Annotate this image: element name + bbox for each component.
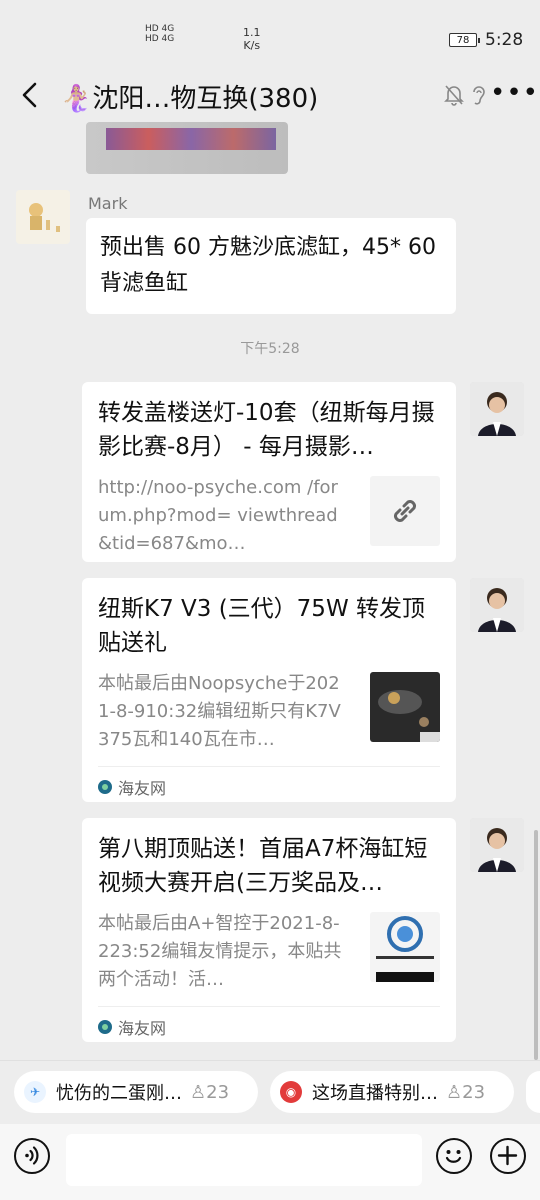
card-thumbnail xyxy=(370,672,440,742)
chat-title: 🧜🏼‍♀沈阳…物互换(380) xyxy=(60,84,319,114)
back-button[interactable] xyxy=(16,80,46,110)
plus-icon xyxy=(497,1145,518,1166)
source-name: 海友网 xyxy=(118,1019,167,1038)
chevron-left-icon xyxy=(22,82,37,108)
avatar[interactable] xyxy=(470,382,524,436)
card-description: 本帖最后由A+智控于2021-8-223:52编辑友情提示，本贴共两个活动！活… xyxy=(98,913,342,990)
voice-button[interactable] xyxy=(14,1138,50,1174)
card-url: http://noo-psyche.com /forum.php?mod= vi… xyxy=(98,477,338,554)
pinned-item[interactable]: ◉ 这场直播特别… ♙23 xyxy=(270,1071,514,1113)
card-title: 第八期顶贴送！首届A7杯海缸短视频大赛开启(三万奖品及… xyxy=(98,836,428,896)
link-card[interactable]: 转发盖楼送灯-10套（纽斯每月摄影比赛-8月） - 每月摄影… http://n… xyxy=(82,382,456,562)
article-card[interactable]: 纽斯K7 V3 (三代）75W 转发顶贴送礼 本帖最后由Noopsyche于20… xyxy=(82,578,456,802)
status-bar: HD 4G HD 4G 1.1 K/s 78 5:28 xyxy=(0,0,540,70)
text-message[interactable]: 预出售 60 方魅沙底滤缸，45* 60 背滤鱼缸 xyxy=(86,218,456,314)
avatar[interactable] xyxy=(470,578,524,632)
pinned-label: 这场直播特别… xyxy=(312,1083,438,1104)
ear-icon xyxy=(470,84,488,106)
speed-unit: K/s xyxy=(243,39,261,52)
battery-icon: 78 xyxy=(449,33,480,47)
card-source: 海友网 xyxy=(98,766,440,799)
sender-name: Mark xyxy=(88,194,128,213)
scrollbar[interactable] xyxy=(534,830,538,1060)
card-title: 纽斯K7 V3 (三代）75W 转发顶贴送礼 xyxy=(98,596,425,656)
pinned-item[interactable]: ✈ 忧伤的二蛋刚… ♙23 xyxy=(14,1071,258,1113)
pinned-label: 忧伤的二蛋刚… xyxy=(56,1083,182,1104)
image-message-partial[interactable] xyxy=(86,122,288,174)
viewer-count: ♙23 xyxy=(190,1081,230,1103)
viewer-count: ♙23 xyxy=(446,1081,486,1103)
article-card[interactable]: 第八期顶贴送！首届A7杯海缸短视频大赛开启(三万奖品及… 本帖最后由A+智控于2… xyxy=(82,818,456,1042)
bird-icon: ✈ xyxy=(24,1081,46,1103)
avatar[interactable] xyxy=(470,818,524,872)
source-logo-icon xyxy=(98,780,112,794)
input-bar xyxy=(0,1124,540,1200)
voice-icon xyxy=(25,1146,39,1165)
chat-header: 🧜🏼‍♀沈阳…物互换(380) ••• xyxy=(0,70,540,122)
live-icon: ◉ xyxy=(280,1081,302,1103)
network-indicators: HD 4G HD 4G xyxy=(145,24,174,44)
network-2: HD 4G xyxy=(145,34,175,44)
network-speed: 1.1 K/s xyxy=(243,26,261,52)
bell-off-icon xyxy=(444,84,464,106)
emoji-button[interactable] xyxy=(436,1138,472,1174)
network-1: HD 4G xyxy=(145,24,175,34)
pinned-item-partial[interactable] xyxy=(526,1071,540,1113)
add-button[interactable] xyxy=(490,1138,526,1174)
card-description: 本帖最后由Noopsyche于2021-8-910:32编辑纽斯只有K7V375… xyxy=(98,673,341,750)
speed-value: 1.1 xyxy=(243,26,261,39)
clock: 5:28 xyxy=(485,30,524,50)
card-title: 转发盖楼送灯-10套（纽斯每月摄影比赛-8月） - 每月摄影… xyxy=(98,400,435,460)
emoji-icon xyxy=(445,1150,462,1163)
card-thumbnail xyxy=(370,912,440,982)
source-name: 海友网 xyxy=(118,779,167,798)
more-button[interactable]: ••• xyxy=(490,78,539,108)
message-input[interactable] xyxy=(66,1134,422,1186)
card-source: 海友网 xyxy=(98,1006,440,1039)
link-icon xyxy=(370,476,440,546)
source-logo-icon xyxy=(98,1020,112,1034)
timestamp: 下午5:28 xyxy=(240,341,300,357)
chat-area[interactable]: Mark 预出售 60 方魅沙底滤缸，45* 60 背滤鱼缸 下午5:28 转发… xyxy=(0,122,540,1060)
pinned-bar: ✈ 忧伤的二蛋刚… ♙23 ◉ 这场直播特别… ♙23 xyxy=(0,1060,540,1125)
avatar[interactable] xyxy=(16,190,70,244)
